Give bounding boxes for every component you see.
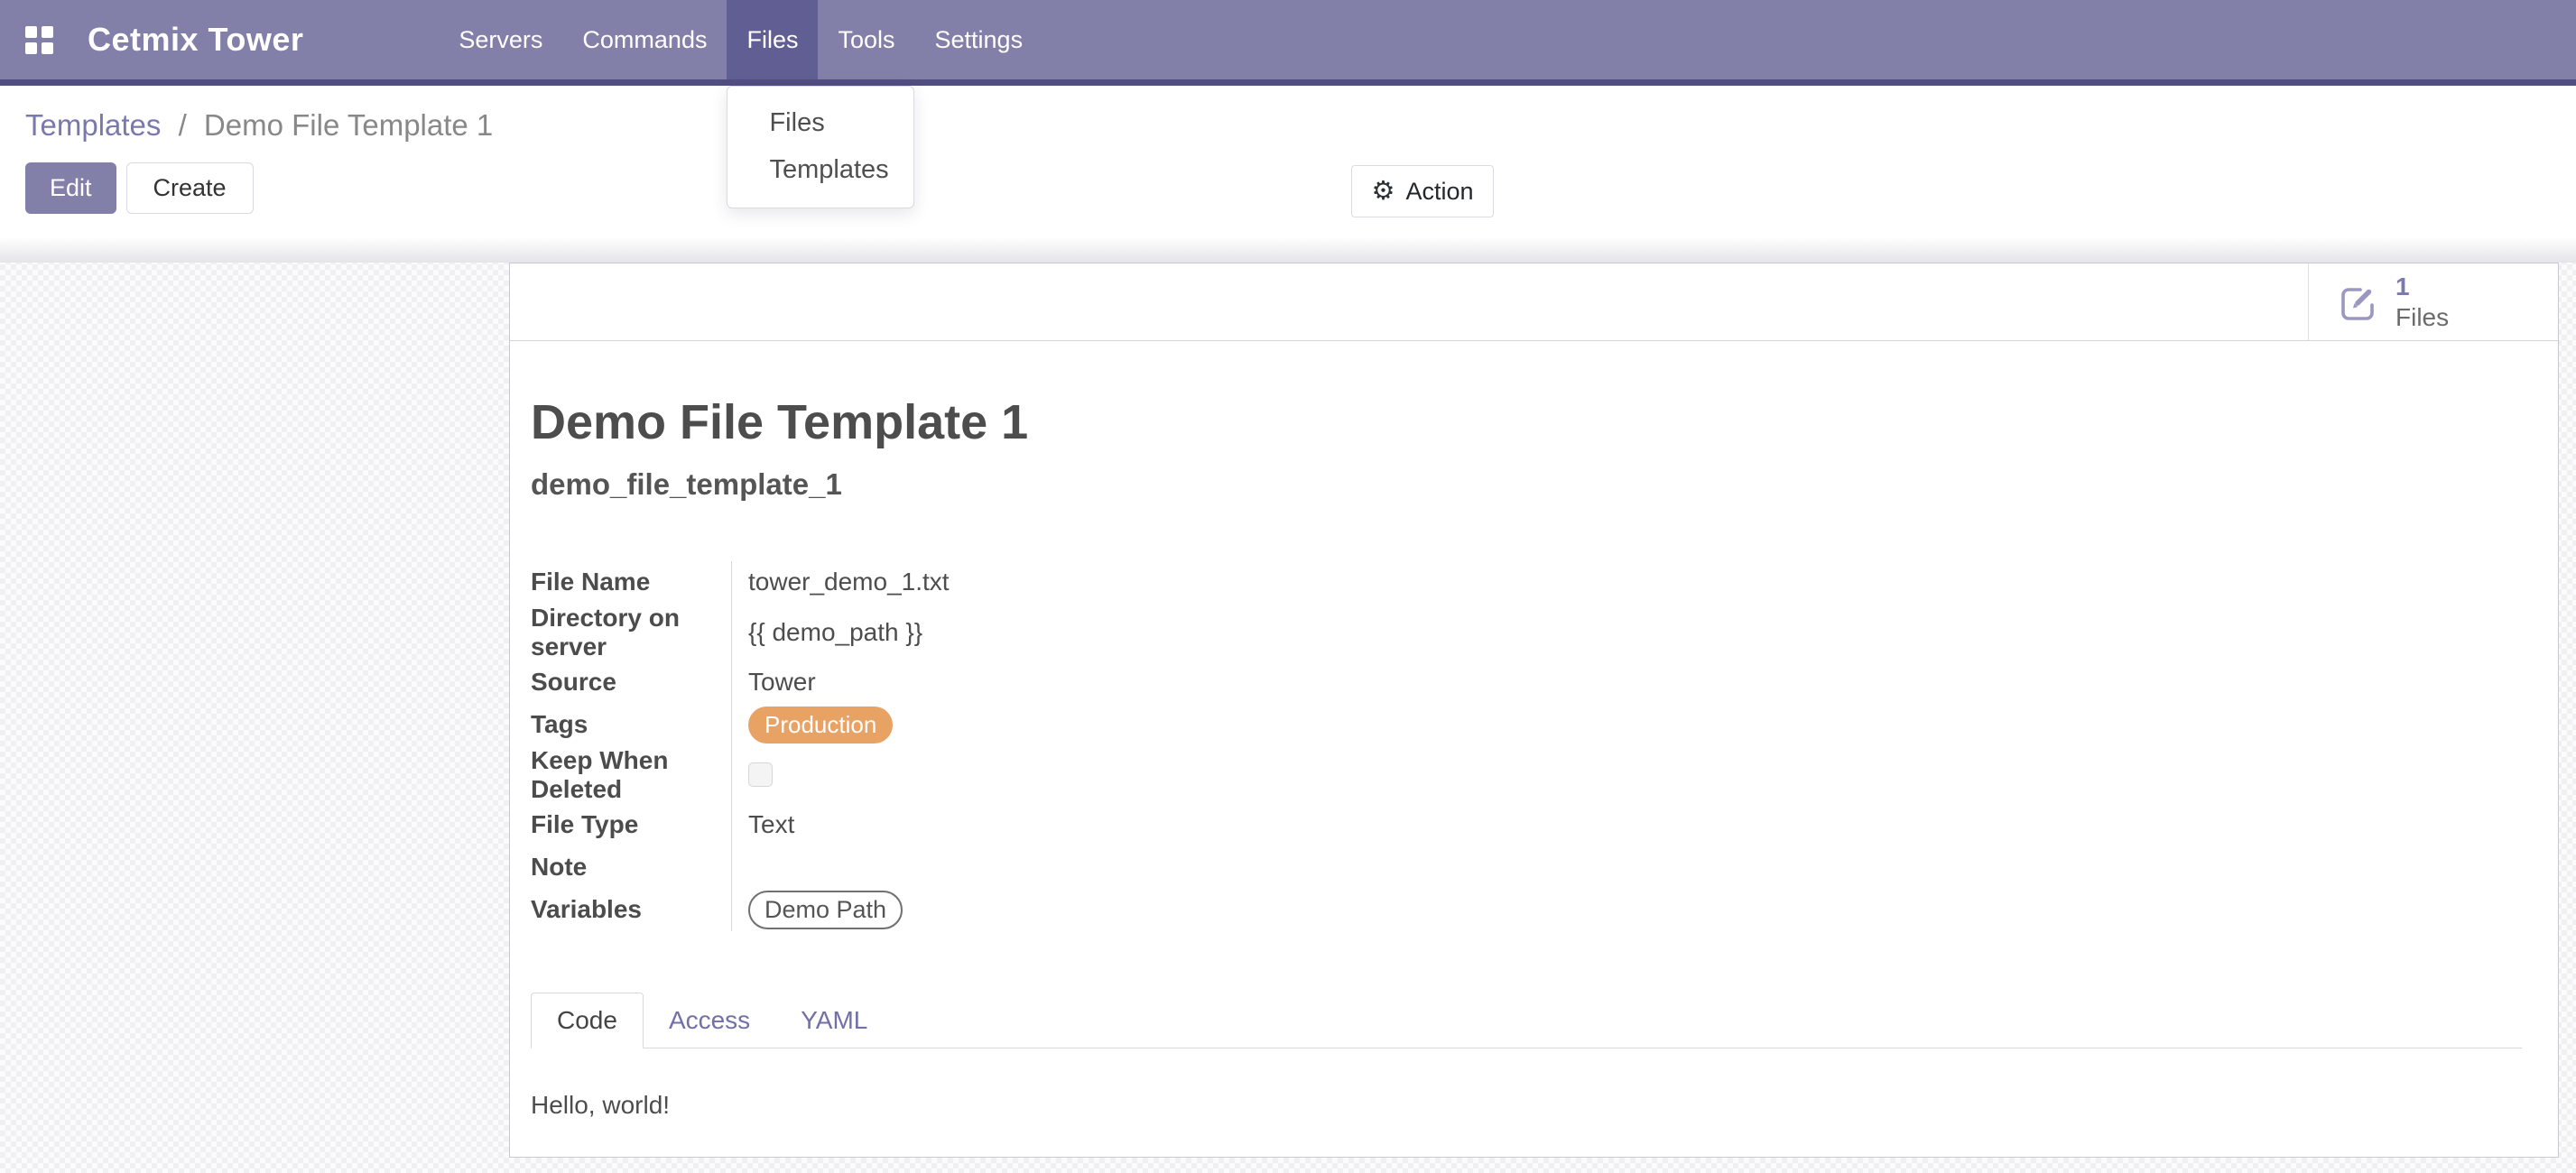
edit-button[interactable]: Edit bbox=[25, 162, 116, 214]
apps-grid-square bbox=[25, 42, 37, 54]
action-button-label: Action bbox=[1405, 178, 1473, 206]
brand-title[interactable]: Cetmix Tower bbox=[88, 21, 303, 59]
field-label-keep-when-deleted: Keep When Deleted bbox=[531, 746, 731, 804]
sheet-body: Demo File Template 1 demo_file_template_… bbox=[510, 341, 2558, 1120]
field-label-file-type: File Type bbox=[531, 804, 731, 846]
tag-badge-production[interactable]: Production bbox=[748, 707, 893, 744]
field-value-tags: Production bbox=[731, 704, 2522, 746]
record-reference: demo_file_template_1 bbox=[531, 467, 2522, 502]
files-stat-button[interactable]: 1 Files bbox=[2308, 263, 2558, 340]
field-label-source: Source bbox=[531, 661, 731, 704]
nav-item-files[interactable]: Files Files Templates bbox=[727, 0, 818, 79]
record-title: Demo File Template 1 bbox=[531, 397, 2522, 448]
variable-pill-demo-path[interactable]: Demo Path bbox=[748, 891, 903, 929]
files-dropdown-menu: Files Templates bbox=[727, 86, 914, 208]
nav-item-settings[interactable]: Settings bbox=[915, 0, 1043, 79]
apps-grid-square bbox=[42, 26, 53, 38]
code-tab-content: Hello, world! bbox=[531, 1091, 2522, 1120]
field-label-file-name: File Name bbox=[531, 561, 731, 604]
nav-item-files-label: Files bbox=[746, 26, 798, 54]
field-label-variables: Variables bbox=[531, 889, 731, 931]
field-label-note: Note bbox=[531, 846, 731, 889]
stat-count: 1 bbox=[2395, 272, 2449, 302]
form-sheet: 1 Files Demo File Template 1 demo_file_t… bbox=[509, 263, 2559, 1158]
stat-text: 1 Files bbox=[2395, 272, 2449, 332]
control-panel-buttons: Edit Create bbox=[25, 162, 2576, 214]
breadcrumb: Templates / Demo File Template 1 bbox=[25, 107, 2576, 143]
dropdown-item-files[interactable]: Files bbox=[727, 99, 913, 146]
apps-grid-square bbox=[25, 26, 37, 38]
content-top-shadow bbox=[0, 237, 2576, 263]
nav-item-servers[interactable]: Servers bbox=[439, 0, 562, 79]
field-value-note bbox=[731, 846, 2522, 889]
content-area: 1 Files Demo File Template 1 demo_file_t… bbox=[0, 237, 2576, 1173]
field-group: File Name tower_demo_1.txt Directory on … bbox=[531, 561, 2522, 931]
field-value-directory: {{ demo_path }} bbox=[731, 604, 2522, 661]
field-value-file-name: tower_demo_1.txt bbox=[731, 561, 2522, 604]
field-value-source: Tower bbox=[731, 661, 2522, 704]
nav-menu: Servers Commands Files Files Templates T… bbox=[439, 0, 1042, 79]
edit-square-icon bbox=[2336, 281, 2379, 324]
tab-access[interactable]: Access bbox=[644, 993, 775, 1048]
action-button[interactable]: ⚙ Action bbox=[1351, 165, 1494, 217]
nav-item-commands[interactable]: Commands bbox=[562, 0, 727, 79]
dropdown-item-templates[interactable]: Templates bbox=[727, 146, 913, 193]
top-navbar: Cetmix Tower Servers Commands Files File… bbox=[0, 0, 2576, 86]
field-value-keep-when-deleted bbox=[731, 746, 2522, 804]
field-label-directory: Directory on server bbox=[531, 604, 731, 661]
breadcrumb-current: Demo File Template 1 bbox=[204, 108, 493, 142]
tab-code[interactable]: Code bbox=[531, 993, 644, 1048]
field-label-tags: Tags bbox=[531, 704, 731, 746]
app-window: Cetmix Tower Servers Commands Files File… bbox=[0, 0, 2576, 1173]
tab-yaml[interactable]: YAML bbox=[775, 993, 893, 1048]
apps-grid-square bbox=[42, 42, 53, 54]
notebook-tabs: Code Access YAML bbox=[531, 993, 2522, 1048]
create-button[interactable]: Create bbox=[126, 162, 254, 214]
field-value-file-type: Text bbox=[731, 804, 2522, 846]
stat-label: Files bbox=[2395, 302, 2449, 333]
breadcrumb-separator: / bbox=[170, 108, 196, 142]
control-panel: Templates / Demo File Template 1 Edit Cr… bbox=[0, 86, 2576, 237]
nav-item-tools[interactable]: Tools bbox=[818, 0, 914, 79]
button-box: 1 Files bbox=[510, 263, 2558, 341]
field-value-variables: Demo Path bbox=[731, 889, 2522, 931]
apps-grid-icon[interactable] bbox=[25, 26, 53, 54]
gear-icon: ⚙ bbox=[1371, 179, 1395, 205]
breadcrumb-templates-link[interactable]: Templates bbox=[25, 108, 161, 142]
keep-when-deleted-checkbox[interactable] bbox=[748, 762, 773, 787]
